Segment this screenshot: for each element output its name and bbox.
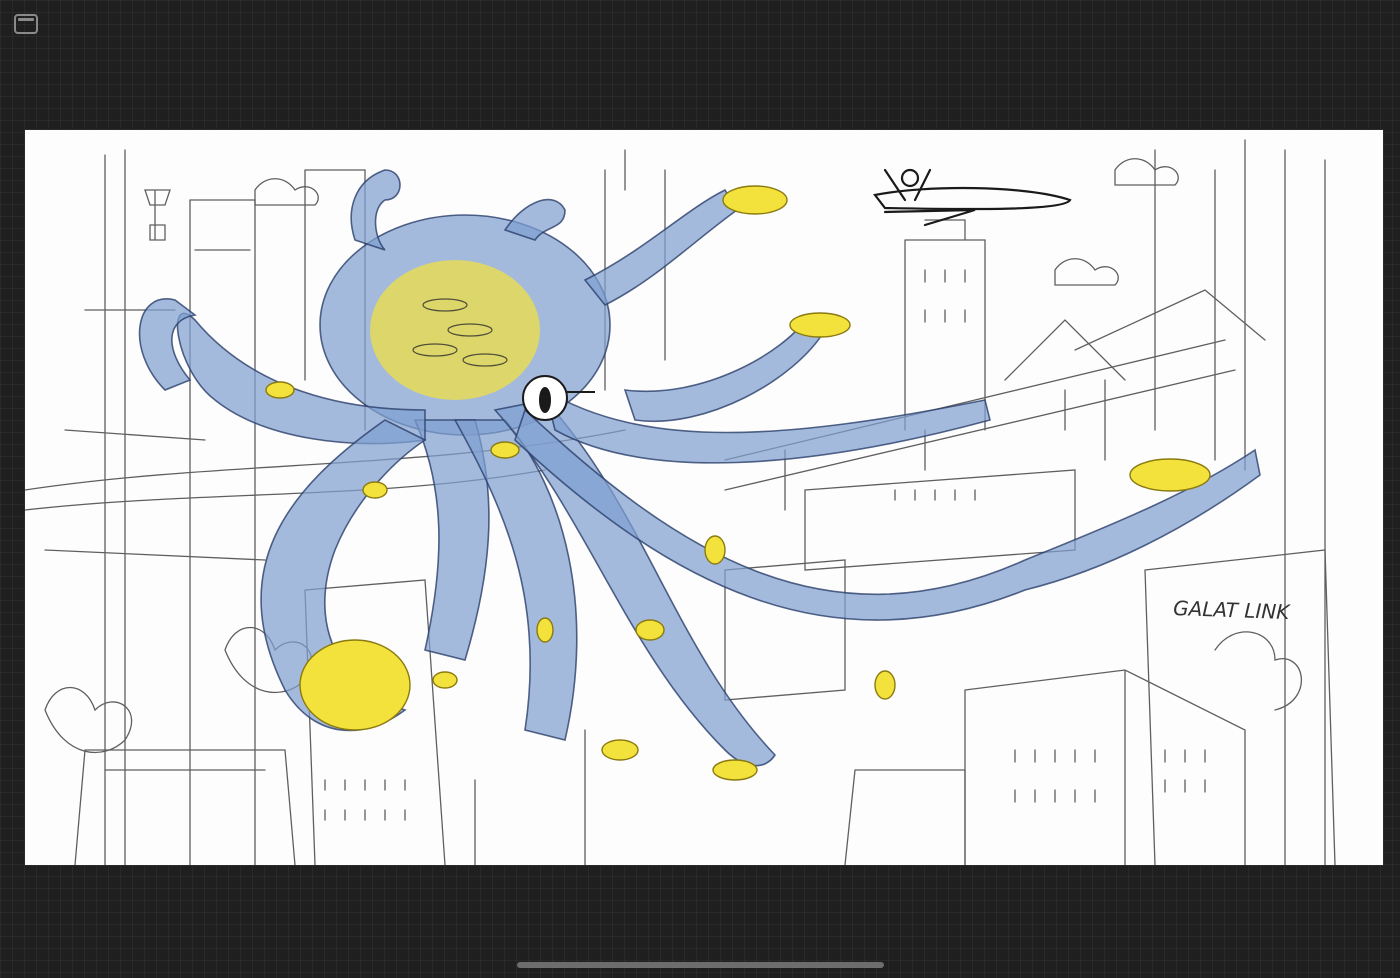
sidebar-toggle-icon[interactable] (14, 14, 38, 34)
drawing-canvas[interactable]: GALAT LINK (25, 130, 1383, 865)
building-sign-text: GALAT LINK (1173, 596, 1292, 624)
sketch-artwork: GALAT LINK (25, 139, 1336, 865)
home-indicator[interactable] (517, 962, 884, 968)
